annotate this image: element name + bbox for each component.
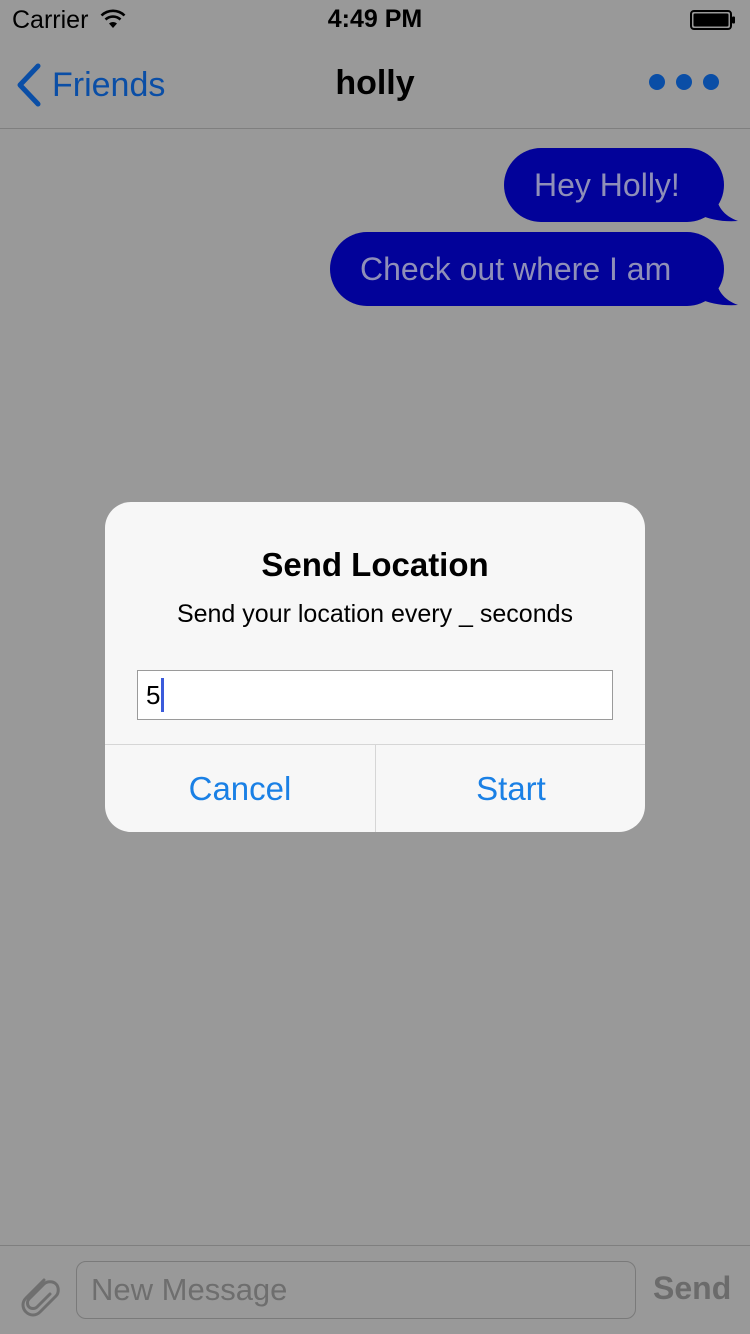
text-caret — [161, 678, 165, 712]
alert-message: Send your location every _ seconds — [176, 600, 574, 628]
screen: Carrier 4:49 PM Friends holly Hey Holly!… — [0, 0, 750, 1334]
cancel-button[interactable]: Cancel — [105, 745, 375, 832]
bubble-tail — [694, 192, 738, 222]
interval-value: 5 — [146, 679, 161, 710]
send-button[interactable]: Send — [653, 1270, 731, 1307]
clock: 4:49 PM — [327, 5, 423, 33]
message-bubble: Hey Holly! — [504, 148, 738, 222]
ellipsis-icon — [649, 74, 719, 90]
message-bubble: Check out where I am — [330, 232, 738, 306]
message-text: Hey Holly! — [534, 167, 680, 203]
interval-seconds-input[interactable]: 5 — [137, 670, 613, 720]
message-composer: Send — [0, 1245, 750, 1334]
send-location-alert: Send Location Send your location every _… — [105, 502, 645, 832]
battery-icon — [690, 10, 735, 30]
more-options-button[interactable] — [646, 70, 722, 94]
paperclip-icon[interactable] — [14, 1270, 62, 1318]
status-bar: Carrier 4:49 PM — [0, 0, 750, 40]
message-text: Check out where I am — [360, 251, 672, 287]
conversation-title: holly — [335, 64, 415, 102]
bubble-tail — [694, 276, 738, 306]
start-button[interactable]: Start — [376, 745, 645, 832]
navigation-bar: Friends holly — [0, 40, 750, 129]
new-message-input[interactable] — [76, 1261, 636, 1319]
alert-title: Send Location — [261, 546, 489, 583]
